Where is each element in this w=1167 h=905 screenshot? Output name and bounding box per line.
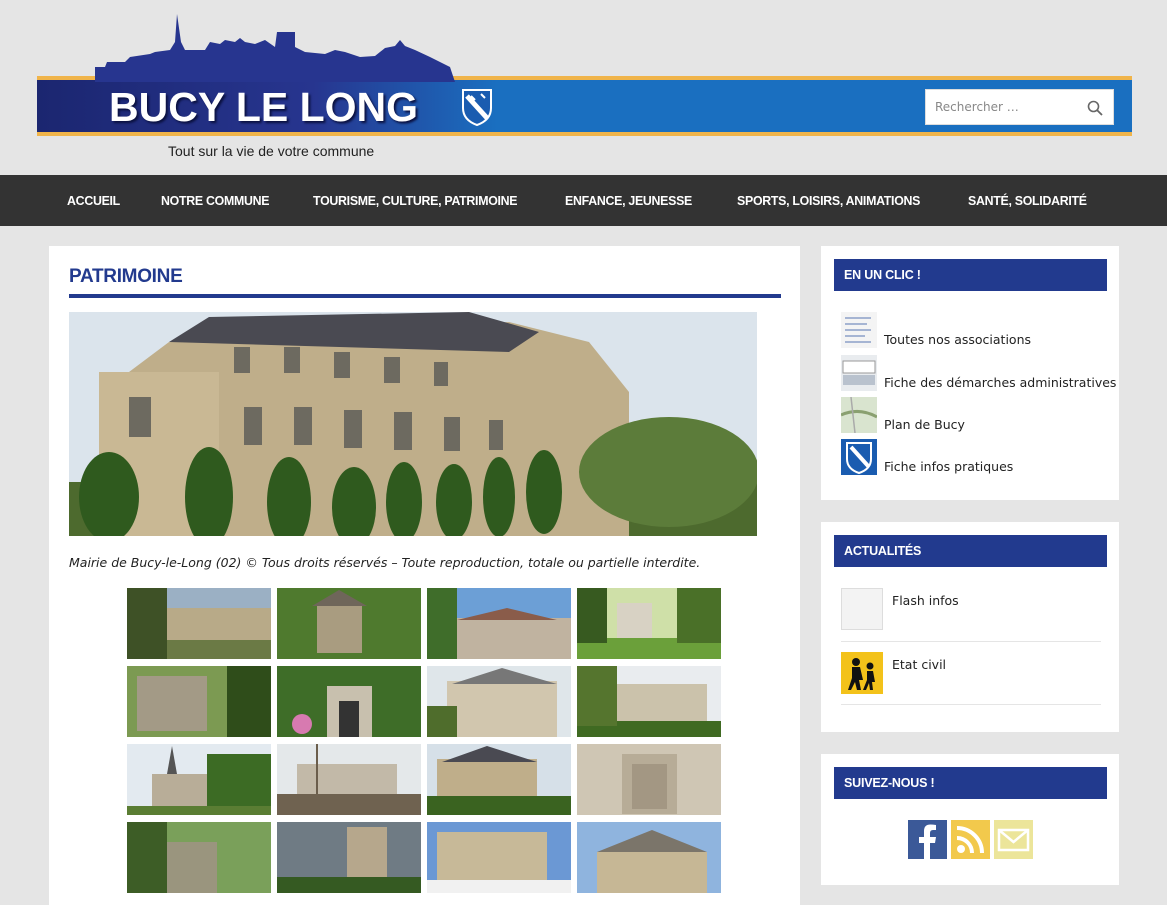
main-navigation: Accueil Notre commune Tourisme, culture,… [0,175,1167,226]
gallery-thumb[interactable] [277,822,421,893]
children-sign-icon [841,652,883,694]
gallery-thumb[interactable] [427,744,571,815]
nav-item-notre-commune[interactable]: Notre commune [143,193,287,208]
flash-infos-thumb [841,588,883,630]
page-title: PATRIMOINE [69,266,183,287]
news-divider [841,704,1101,705]
search-box [925,89,1114,125]
hero-caption: Mairie de Bucy-le-Long (02) © Tous droit… [69,555,701,570]
crest-icon [462,89,492,126]
search-input[interactable] [926,90,1076,124]
crest-thumb-icon [841,439,877,475]
link-infos-pratiques[interactable]: Fiche infos pratiques [841,439,1111,475]
widget-title-en-un-clic: EN UN CLIC ! [834,259,1107,291]
gallery-thumb[interactable] [577,744,721,815]
title-underline [69,294,781,298]
facebook-icon[interactable] [908,820,947,859]
widget-en-un-clic: EN UN CLIC ! Toutes nos associations Fic… [821,246,1119,500]
demarches-thumb-icon [841,355,877,391]
gallery-thumb[interactable] [427,666,571,737]
gallery-thumb[interactable] [277,588,421,659]
link-label: Fiche infos pratiques [884,459,1014,474]
nav-item-tourisme[interactable]: Tourisme, culture, patrimoine [295,193,535,208]
gallery-thumb[interactable] [127,666,271,737]
link-associations[interactable]: Toutes nos associations [841,312,1111,348]
logo-title[interactable]: BUCY LE LONG [109,84,418,131]
link-demarches[interactable]: Fiche des démarches administratives [841,355,1116,391]
search-icon[interactable] [1087,100,1103,116]
nav-item-accueil[interactable]: Accueil [49,193,138,208]
main-content: PATRIMOINE Mairie de Bucy-le-Long (02) ©… [49,246,800,905]
gallery-thumb[interactable] [427,588,571,659]
gallery-thumb[interactable] [277,744,421,815]
skyline-silhouette [95,14,455,82]
hero-image-mairie[interactable] [69,312,757,536]
widget-actualites: ACTUALITÉS Flash infos Etat civil [821,522,1119,732]
map-thumb-icon [841,397,877,433]
gallery-thumb[interactable] [427,822,571,893]
gallery-thumb[interactable] [127,744,271,815]
nav-item-enfance[interactable]: Enfance, jeunesse [547,193,710,208]
link-label: Plan de Bucy [884,417,965,432]
nav-item-sports[interactable]: Sports, loisirs, animations [719,193,938,208]
gallery-thumb[interactable] [277,666,421,737]
link-label: Fiche des démarches administratives [884,375,1117,390]
widget-suivez-nous: SUIVEZ-NOUS ! [821,754,1119,885]
gallery-thumb[interactable] [577,588,721,659]
news-divider [841,641,1101,642]
site-header: BUCY LE LONG Tout sur la vie de votre co… [0,0,1167,175]
news-label: Etat civil [892,657,947,672]
rss-icon[interactable] [951,820,990,859]
widget-title-actualites: ACTUALITÉS [834,535,1107,567]
link-label: Toutes nos associations [884,332,1032,347]
gallery-thumb[interactable] [127,588,271,659]
email-icon[interactable] [994,820,1033,859]
tagline: Tout sur la vie de votre commune [168,143,375,159]
gallery-thumb[interactable] [127,822,271,893]
gallery-thumb[interactable] [577,822,721,893]
widget-title-suivez-nous: SUIVEZ-NOUS ! [834,767,1107,799]
associations-thumb-icon [841,312,877,348]
link-plan[interactable]: Plan de Bucy [841,397,1111,433]
nav-item-sante[interactable]: Santé, solidarité [950,193,1105,208]
photo-gallery [127,588,727,893]
banner-gold-line-bottom [37,132,1132,136]
gallery-thumb[interactable] [577,666,721,737]
news-label: Flash infos [892,593,959,608]
